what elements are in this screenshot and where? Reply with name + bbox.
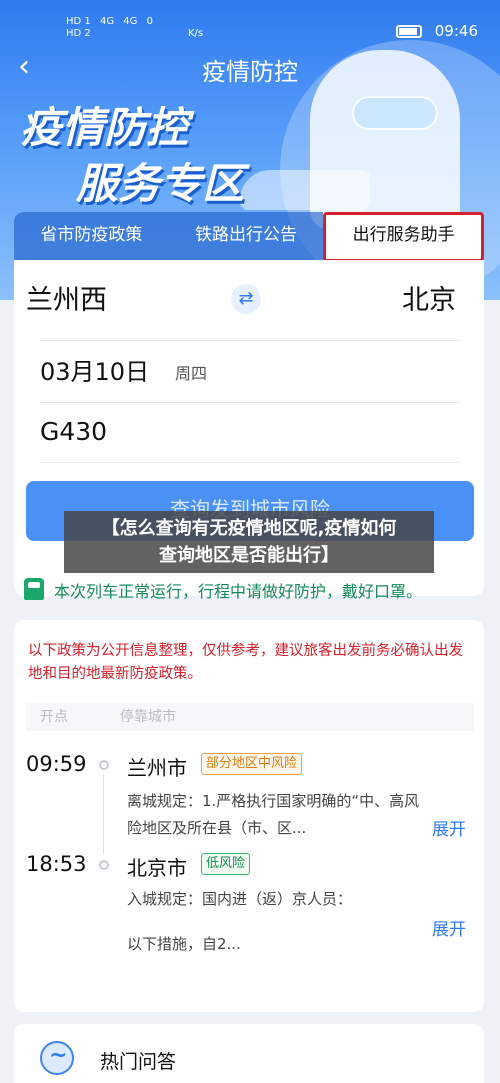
stop-time: 09:59 xyxy=(26,752,87,776)
stop-city: 兰州市 xyxy=(127,756,187,780)
page-title: 疫情防控 xyxy=(202,58,298,86)
caption-line1: 【怎么查询有无疫情地区呢,疫情如何 xyxy=(101,518,397,539)
travel-weekday: 周四 xyxy=(175,364,208,383)
header-stop-city: 停靠城市 xyxy=(120,709,176,725)
train-illustration xyxy=(240,170,370,210)
expand-link[interactable]: 展开 xyxy=(432,815,466,840)
expand-link[interactable]: 展开 xyxy=(432,915,466,940)
hero-title-line1: 疫情防控 xyxy=(20,103,189,152)
speed-unit: K/s xyxy=(187,28,204,39)
battery-icon xyxy=(395,25,422,38)
tab-bar: 省市防疫政策 铁路出行公告 出行服务助手 xyxy=(14,212,485,262)
policy-disclaimer: 以下政策为公开信息整理，仅供参考，建议旅客出发前务必确认出发地和目的地最新防疫政… xyxy=(28,643,463,682)
faq-card[interactable] xyxy=(14,1024,484,1083)
divider xyxy=(40,402,460,403)
departure-station[interactable]: 兰州西 xyxy=(26,278,107,317)
station-row: 兰州西 ⇄ 北京 xyxy=(26,278,456,322)
arrival-station[interactable]: 北京 xyxy=(402,278,456,317)
divider xyxy=(40,462,460,463)
train-status-notice: 本次列车正常运行，行程中请做好防护，戴好口罩。 xyxy=(54,582,423,601)
train-icon xyxy=(24,578,44,600)
train-number[interactable]: G430 xyxy=(40,417,107,446)
rule-line: 入城规定：国内进（返）京人员： xyxy=(127,890,353,908)
tab-provincial-policy[interactable]: 省市防疫政策 xyxy=(14,212,169,262)
status-right: 09:46 xyxy=(388,22,478,40)
goggles-illustration xyxy=(352,96,438,130)
hero-title: 疫情防控 服务专区 xyxy=(20,100,244,212)
risk-badge: 部分地区中风险 xyxy=(201,753,303,775)
stop-city: 北京市 xyxy=(127,856,187,880)
timeline-dot xyxy=(99,860,109,870)
caption-line2: 查询地区是否能出行】 xyxy=(159,545,339,566)
network1-label: 4G xyxy=(99,16,115,27)
faq-label[interactable]: 热门问答 xyxy=(100,1047,176,1074)
sim2-label: HD 2 xyxy=(66,28,91,39)
header-departure: 开点 xyxy=(40,709,68,725)
divider xyxy=(40,340,460,341)
rule-line: 以下措施，自2... xyxy=(127,935,241,953)
route-header: 开点 停靠城市 xyxy=(26,703,474,731)
signal-indicators: HD 1 4G 4G 0 HD 2 K/s xyxy=(66,16,209,40)
entry-rule: 入城规定：国内进（返）京人员： 以下措施，自2... xyxy=(127,886,467,958)
sim1-label: HD 1 xyxy=(66,16,91,27)
timeline-dot xyxy=(99,760,109,770)
speed-value: 0 xyxy=(146,16,153,27)
stop-time: 18:53 xyxy=(26,852,87,876)
caption-overlay: 【怎么查询有无疫情地区呢,疫情如何 查询地区是否能出行】 xyxy=(64,511,434,573)
clock: 09:46 xyxy=(434,22,478,40)
timeline-line xyxy=(103,774,104,854)
risk-badge: 低风险 xyxy=(201,853,251,875)
rule-line: 险地区及所在县（市、区... xyxy=(127,819,307,837)
chat-icon xyxy=(40,1041,74,1075)
status-bar: HD 1 4G 4G 0 HD 2 K/s 09:46 xyxy=(0,0,500,60)
hero-title-line2: 服务专区 xyxy=(76,159,245,208)
tab-railway-notice[interactable]: 铁路出行公告 xyxy=(168,212,324,262)
travel-date[interactable]: 03月10日 xyxy=(40,352,149,387)
swap-icon[interactable]: ⇄ xyxy=(231,284,261,314)
exit-rule: 离城规定：1.严格执行国家明确的“中、高风 险地区及所在县（市、区... xyxy=(127,788,467,842)
tab-travel-assistant[interactable]: 出行服务助手 xyxy=(323,212,485,262)
rule-line: 离城规定：1.严格执行国家明确的“中、高风 xyxy=(127,792,420,810)
network2-label: 4G xyxy=(123,16,138,27)
